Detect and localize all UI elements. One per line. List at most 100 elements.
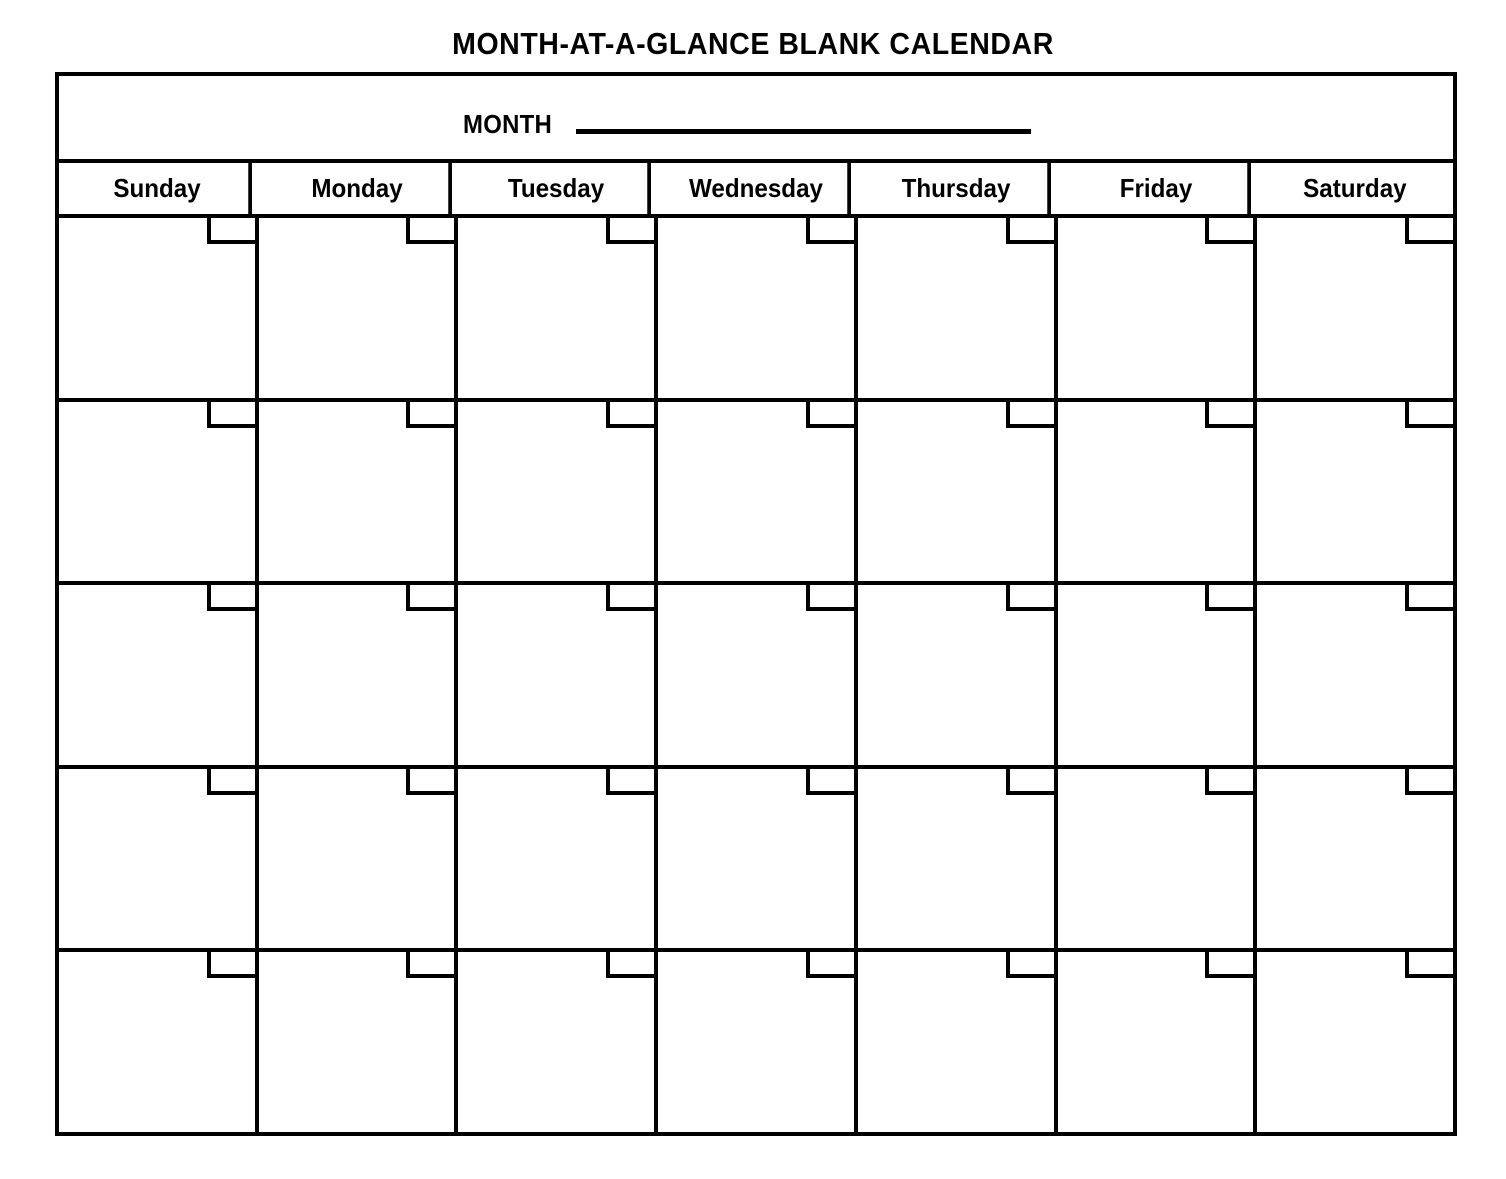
day-cell[interactable]	[1057, 768, 1258, 949]
date-number	[1409, 769, 1453, 791]
date-number-box[interactable]	[606, 952, 655, 979]
day-cell[interactable]	[59, 401, 259, 582]
date-number-box[interactable]	[1405, 952, 1454, 979]
day-header-label: Monday	[311, 173, 403, 203]
date-number	[610, 402, 654, 424]
date-number-box[interactable]	[805, 401, 854, 428]
date-number-box[interactable]	[1005, 768, 1054, 795]
date-number-box[interactable]	[1405, 768, 1454, 795]
date-number-box[interactable]	[406, 952, 455, 979]
date-number-box[interactable]	[206, 952, 255, 979]
week-row	[59, 952, 1454, 1132]
date-number-box[interactable]	[1005, 952, 1054, 979]
date-number-box[interactable]	[406, 768, 455, 795]
day-cell[interactable]	[1057, 218, 1258, 398]
date-number	[211, 952, 255, 974]
day-cell[interactable]	[59, 768, 259, 949]
week-row	[59, 401, 1454, 586]
day-cell[interactable]	[1257, 952, 1454, 1132]
day-cell[interactable]	[458, 218, 659, 398]
date-number-box[interactable]	[805, 952, 854, 979]
day-cell[interactable]	[258, 585, 459, 765]
day-cell[interactable]	[857, 585, 1058, 765]
day-cell[interactable]	[258, 401, 459, 582]
month-field: MONTH	[463, 111, 1031, 137]
date-number-box[interactable]	[406, 401, 455, 428]
date-number-box[interactable]	[206, 218, 255, 244]
day-cell[interactable]	[658, 401, 858, 582]
date-number-box[interactable]	[606, 585, 655, 612]
date-number-box[interactable]	[1005, 218, 1054, 244]
date-number-box[interactable]	[206, 401, 255, 428]
date-number	[410, 952, 454, 974]
date-number	[1409, 952, 1453, 974]
day-cell[interactable]	[59, 585, 259, 765]
day-header-label: Saturday	[1303, 173, 1407, 203]
date-number-box[interactable]	[1405, 218, 1454, 244]
week-row	[59, 768, 1454, 953]
date-number-box[interactable]	[1005, 401, 1054, 428]
day-cell[interactable]	[857, 952, 1058, 1132]
day-cell[interactable]	[458, 585, 659, 765]
date-number-box[interactable]	[1205, 218, 1254, 244]
date-number-box[interactable]	[1205, 952, 1254, 979]
date-number-box[interactable]	[1005, 585, 1054, 612]
day-header-label: Thursday	[901, 173, 1011, 203]
month-field-write-in-line[interactable]	[575, 129, 1031, 134]
day-cell[interactable]	[658, 952, 858, 1132]
day-cell[interactable]	[458, 401, 659, 582]
date-number	[410, 402, 454, 424]
day-cell[interactable]	[1257, 218, 1454, 398]
day-cell[interactable]	[59, 218, 259, 398]
date-number-box[interactable]	[1405, 401, 1454, 428]
day-cell[interactable]	[857, 401, 1058, 582]
date-number	[1209, 952, 1253, 974]
date-number-box[interactable]	[1205, 768, 1254, 795]
day-cell[interactable]	[1057, 401, 1258, 582]
date-number-box[interactable]	[206, 768, 255, 795]
date-number-box[interactable]	[1205, 401, 1254, 428]
month-field-label: MONTH	[463, 109, 553, 139]
day-cell[interactable]	[258, 952, 459, 1132]
day-cell[interactable]	[658, 585, 858, 765]
day-cell[interactable]	[1257, 585, 1454, 765]
day-header-saturday: Saturday	[1264, 163, 1446, 214]
date-number-box[interactable]	[805, 585, 854, 612]
calendar-grid: MONTH Sunday Monday Tuesday Wednesday Th…	[55, 72, 1457, 1136]
month-field-band: MONTH	[59, 76, 1453, 163]
date-number	[211, 769, 255, 791]
date-number	[1010, 769, 1054, 791]
day-cell[interactable]	[1057, 585, 1258, 765]
day-cell[interactable]	[458, 952, 659, 1132]
date-number	[610, 952, 654, 974]
date-number-box[interactable]	[606, 218, 655, 244]
date-number-box[interactable]	[406, 585, 455, 612]
day-cell[interactable]	[658, 768, 858, 949]
day-cell[interactable]	[258, 218, 459, 398]
day-header-wednesday: Wednesday	[665, 163, 851, 214]
date-number-box[interactable]	[1205, 585, 1254, 612]
date-number-box[interactable]	[606, 401, 655, 428]
day-cell[interactable]	[1057, 952, 1258, 1132]
date-number-box[interactable]	[206, 585, 255, 612]
date-number-box[interactable]	[1405, 585, 1454, 612]
date-number	[211, 585, 255, 607]
date-number	[610, 585, 654, 607]
day-cell[interactable]	[857, 218, 1058, 398]
day-cell[interactable]	[857, 768, 1058, 949]
date-number	[1010, 218, 1054, 240]
day-cell[interactable]	[59, 952, 259, 1132]
date-number-box[interactable]	[805, 768, 854, 795]
date-number-box[interactable]	[805, 218, 854, 244]
day-cell[interactable]	[458, 768, 659, 949]
date-number	[810, 585, 854, 607]
day-header-friday: Friday	[1065, 163, 1251, 214]
date-number-box[interactable]	[406, 218, 455, 244]
date-number-box[interactable]	[606, 768, 655, 795]
day-cell[interactable]	[258, 768, 459, 949]
date-number	[1010, 402, 1054, 424]
day-cell[interactable]	[1257, 401, 1454, 582]
day-cell[interactable]	[1257, 768, 1454, 949]
day-cell[interactable]	[658, 218, 858, 398]
day-of-week-header-row: Sunday Monday Tuesday Wednesday Thursday…	[59, 163, 1453, 218]
